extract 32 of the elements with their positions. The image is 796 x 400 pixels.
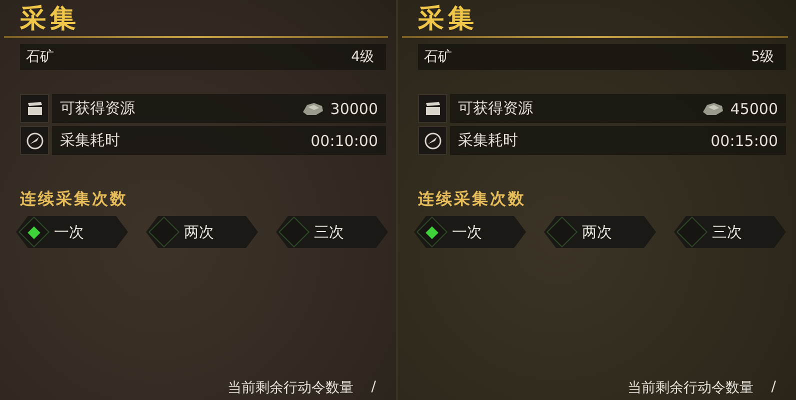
stat-label: 采集耗时: [60, 131, 120, 150]
section-heading: 连续采集次数: [20, 189, 128, 210]
ore-icon: [302, 102, 324, 116]
target-name: 石矿: [424, 48, 452, 66]
panel-title: 采集: [20, 3, 80, 36]
clapper-icon: [26, 102, 42, 116]
stat-value: 45000: [730, 100, 778, 118]
gauge-icon: [424, 132, 442, 150]
footer-label: 当前剩余行动令数量: [627, 379, 754, 397]
count-option[interactable]: 一次: [414, 216, 526, 248]
stat-label: 可获得资源: [458, 99, 533, 118]
target-level: 4级: [351, 48, 374, 66]
stat-label: 采集耗时: [458, 131, 518, 150]
count-option[interactable]: 三次: [674, 216, 786, 248]
count-option[interactable]: 两次: [146, 216, 258, 248]
footer-slash: /: [371, 379, 376, 397]
target-level: 5级: [751, 48, 774, 66]
footer-slash: /: [771, 379, 776, 397]
footer-label: 当前剩余行动令数量: [227, 379, 354, 397]
stat-value: 00:15:00: [710, 132, 778, 150]
target-name: 石矿: [26, 48, 54, 66]
count-option[interactable]: 两次: [544, 216, 656, 248]
section-heading: 连续采集次数: [418, 189, 526, 210]
stat-value: 30000: [330, 100, 378, 118]
count-option[interactable]: 三次: [276, 216, 388, 248]
gauge-icon: [26, 132, 44, 150]
count-option[interactable]: 一次: [16, 216, 128, 248]
panel-title: 采集: [418, 3, 478, 36]
clapper-icon: [424, 102, 440, 116]
ore-icon: [702, 102, 724, 116]
stat-label: 可获得资源: [60, 99, 135, 118]
stat-value: 00:10:00: [310, 132, 378, 150]
